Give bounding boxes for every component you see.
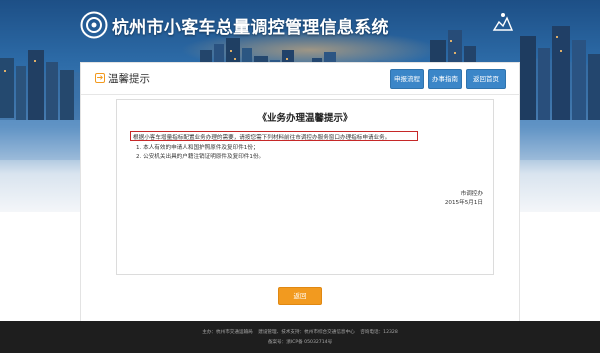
panel-header: ➔ 温馨提示 申报流程 办事指南 返回首页 <box>81 63 519 95</box>
site-title: 杭州市小客车总量调控管理信息系统 <box>112 18 389 38</box>
arrow-right-icon: ➔ <box>95 73 105 83</box>
notice-item: 2. 公安机关出具的户籍注销证明原件及复印件1份。 <box>136 154 265 160</box>
footer-management: 建设管理、技术支持：杭州市综合交通信息中心 <box>258 330 355 335</box>
notice-item: 1. 本人有效的申请人和国护照原件及复印件1份； <box>136 145 259 151</box>
notice-box: 《业务办理温馨提示》 根据小客车增量指标配置业务办理的需要，请按您需下列材料前往… <box>116 99 494 275</box>
notice-intro: 根据小客车增量指标配置业务办理的需要，请按您需下列材料前往市调控办服务窗口办理指… <box>133 135 391 141</box>
footer: 主办：杭州市交通运输局 建设管理、技术支持：杭州市综合交通信息中心 咨询电话：1… <box>0 321 600 353</box>
footer-hotline: 咨询电话：12328 <box>360 330 398 335</box>
footer-icp: 备案号：浙ICP备 05032714号 <box>267 340 333 345</box>
city-emblem-icon <box>492 13 514 31</box>
panel-title: 温馨提示 <box>108 73 150 85</box>
apply-process-button[interactable]: 申报流程 <box>390 69 424 89</box>
back-home-button[interactable]: 返回首页 <box>466 69 506 89</box>
notice-date: 2015年5月1日 <box>444 200 483 206</box>
back-button[interactable]: 返回 <box>278 287 322 305</box>
notice-signature: 市调控办 <box>460 191 483 197</box>
service-guide-button[interactable]: 办事指南 <box>428 69 462 89</box>
footer-sponsor: 主办：杭州市交通运输局 <box>202 330 253 335</box>
notice-title: 《业务办理温馨提示》 <box>257 113 353 124</box>
ring-logo-icon <box>80 11 108 39</box>
footer-info: 主办：杭州市交通运输局 建设管理、技术支持：杭州市综合交通信息中心 咨询电话：1… <box>0 329 600 335</box>
